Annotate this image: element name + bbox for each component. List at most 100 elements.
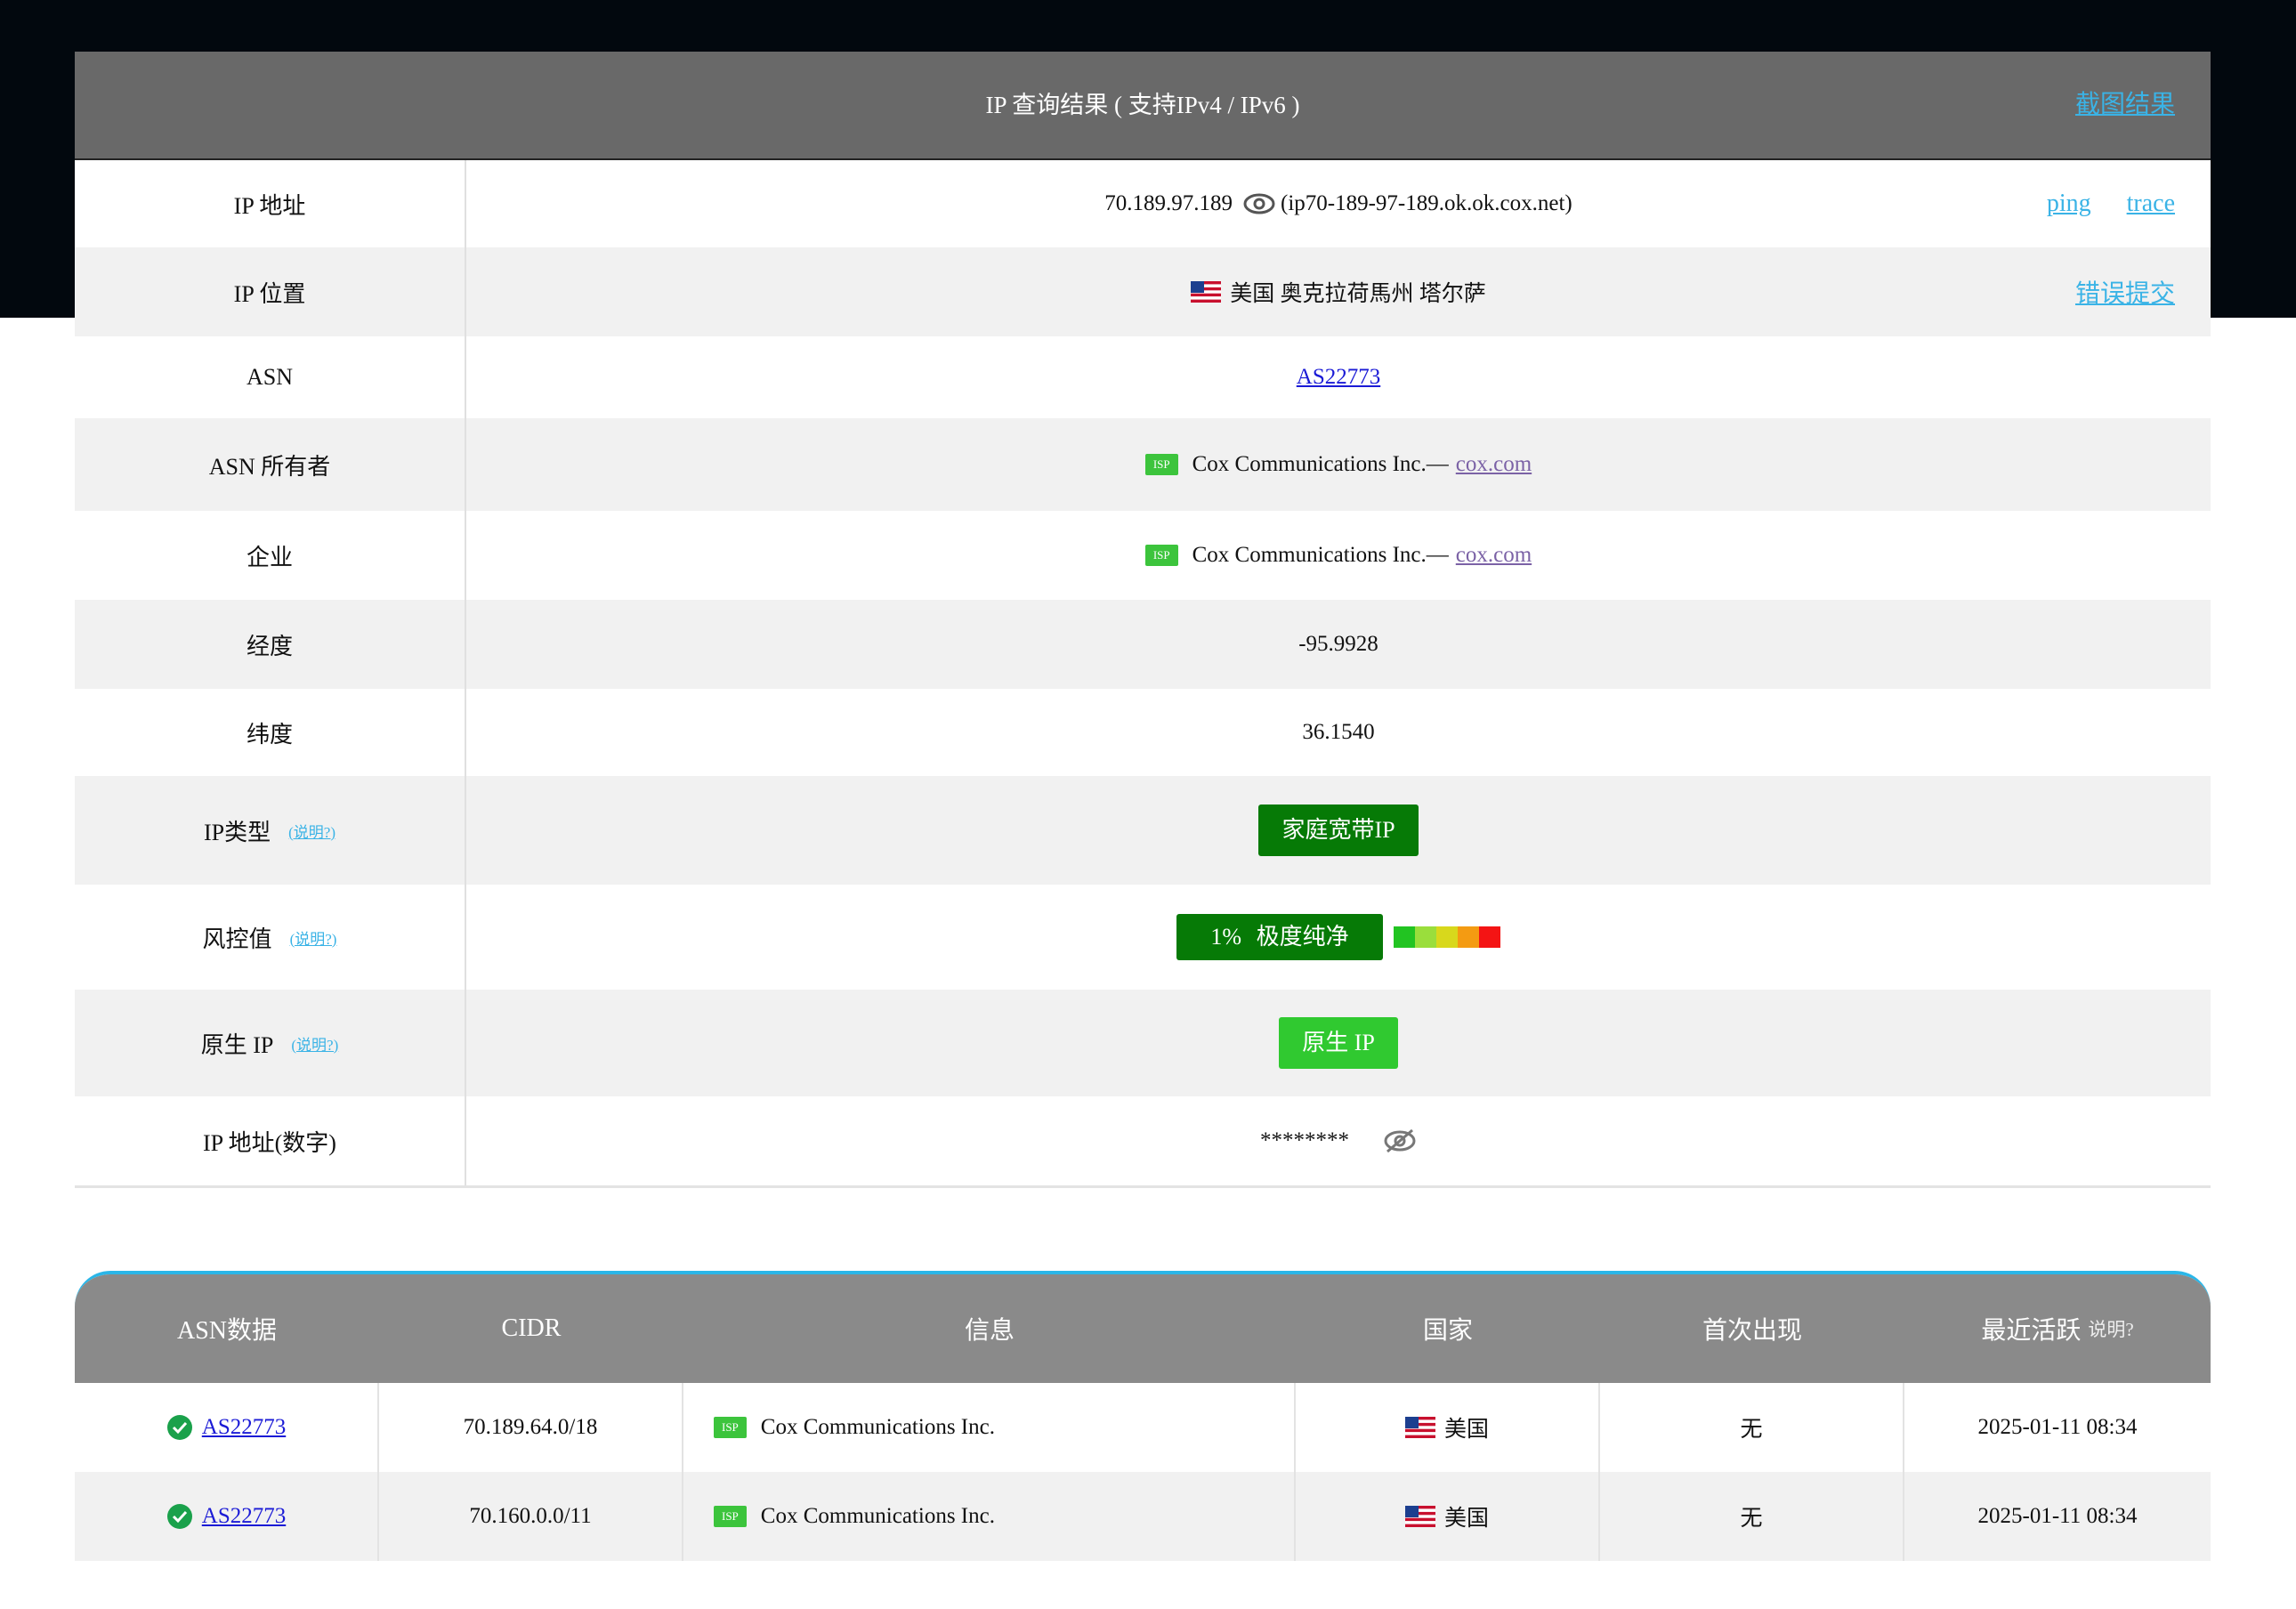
row-value: 家庭宽带IP [466,776,2211,885]
row-label: 经度 [75,600,466,689]
cell-cidr: 70.189.64.0/18 [379,1383,683,1472]
col-last-active: 最近活跃 说明? [1904,1274,2211,1383]
ping-link[interactable]: ping [2047,190,2091,218]
row-value: 原生 IP [466,990,2211,1096]
ip-numeric-value: ******** [1260,1128,1349,1152]
country-text: 美国 [1443,1507,1489,1531]
row-label: 纬度 [75,689,466,776]
isp-badge: ISP [1144,545,1178,566]
asn-data-table: ASN数据 CIDR 信息 国家 首次出现 最近活跃 说明? AS22773 7… [75,1271,2211,1561]
page-title: IP 查询结果 ( 支持IPv4 / IPv6 ) [985,92,1300,118]
longitude-value: -95.9928 [1298,632,1378,656]
us-flag-icon [1191,281,1222,303]
row-ip-type: IP类型 (说明?) 家庭宽带IP [75,776,2211,885]
risk-scale-segment [1414,926,1436,948]
native-ip-tag: 原生 IP [1279,1017,1398,1069]
asn-table-header: ASN数据 CIDR 信息 国家 首次出现 最近活跃 说明? [75,1274,2211,1383]
asn-link[interactable]: AS22773 [202,1415,286,1440]
row-label: 企业 [75,511,466,600]
owner-name: Cox Communications Inc.— [1192,452,1449,476]
row-ip-location: IP 位置 美国 奥克拉荷馬州 塔尔萨 错误提交 [75,247,2211,336]
risk-scale-segment [1435,926,1458,948]
hostname: (ip70-189-97-189.ok.ok.cox.net) [1281,191,1572,215]
row-label: 风控值 (说明?) [75,885,466,990]
info-text: Cox Communications Inc. [760,1504,995,1528]
row-value: 36.1540 [466,689,2211,776]
us-flag-icon [1404,1417,1435,1438]
row-label: ASN 所有者 [75,418,466,511]
cell-last-active: 2025-01-11 08:34 [1977,1504,2138,1528]
col-info: 信息 [964,1317,1015,1345]
trace-link[interactable]: trace [2127,190,2175,218]
col-asn: ASN数据 [176,1317,277,1345]
ip-type-tag: 家庭宽带IP [1258,804,1419,856]
cell-cidr: 70.160.0.0/11 [379,1472,683,1561]
row-risk: 风控值 (说明?) 1% 极度纯净 [75,885,2211,990]
row-value: ISP Cox Communications Inc.— cox.com [466,418,2211,511]
risk-scale-segment [1393,926,1415,948]
row-value: ISP Cox Communications Inc.— cox.com [466,511,2211,600]
explain-link[interactable]: (说明?) [290,926,337,949]
error-report-link[interactable]: 错误提交 [2075,274,2175,310]
row-value: AS22773 [466,336,2211,418]
cell-info: ISP Cox Communications Inc. [683,1472,1296,1561]
last-active-label: 最近活跃 [1981,1317,2082,1345]
row-longitude: 经度 -95.9928 [75,600,2211,689]
risk-scale [1393,926,1500,948]
row-value: -95.9928 [466,600,2211,689]
col-first-seen: 首次出现 [1702,1317,1802,1345]
company-name: Cox Communications Inc.— [1192,543,1449,567]
cell-asn: AS22773 [75,1383,379,1472]
check-circle-icon [166,1504,192,1529]
table-row: AS22773 70.189.64.0/18 ISP Cox Communica… [75,1383,2211,1472]
cell-asn: AS22773 [75,1472,379,1561]
ip-type-label: IP类型 [204,819,271,845]
cell-first-seen: 无 [1600,1472,1904,1561]
explain-link[interactable]: (说明?) [288,820,336,842]
row-ip-numeric: IP 地址(数字) ******** [75,1096,2211,1188]
row-value: ******** [466,1096,2211,1185]
screenshot-result-link[interactable]: 截图结果 [2075,52,2175,158]
card-header: IP 查询结果 ( 支持IPv4 / IPv6 ) 截图结果 [75,52,2211,160]
col-cidr: CIDR [501,1314,562,1342]
info-text: Cox Communications Inc. [760,1415,995,1439]
cell-info: ISP Cox Communications Inc. [683,1383,1296,1472]
owner-domain-link[interactable]: cox.com [1456,452,1532,477]
country-text: 美国 [1443,1418,1489,1442]
row-label: IP 地址 [75,160,466,247]
us-flag-icon [1404,1506,1435,1527]
row-label: IP 位置 [75,247,466,336]
row-asn-owner: ASN 所有者 ISP Cox Communications Inc.— cox… [75,418,2211,511]
row-label: IP类型 (说明?) [75,776,466,885]
table-row: AS22773 70.160.0.0/11 ISP Cox Communicat… [75,1472,2211,1561]
cell-country: 美国 [1296,1472,1600,1561]
ip-value: 70.189.97.189 [1104,191,1233,215]
row-asn: ASN AS22773 [75,336,2211,418]
location-value: 美国 奥克拉荷馬州 塔尔萨 [1230,282,1486,306]
last-active-hint[interactable]: 说明? [2088,1315,2133,1342]
risk-scale-segment [1457,926,1479,948]
eye-icon[interactable] [1243,193,1275,214]
row-value: 1% 极度纯净 [466,885,2211,990]
check-circle-icon [166,1415,192,1440]
row-native-ip: 原生 IP (说明?) 原生 IP [75,990,2211,1096]
risk-scale-segment [1478,926,1500,948]
col-country: 国家 [1422,1317,1473,1345]
risk-tag: 1% 极度纯净 [1176,914,1383,960]
company-domain-link[interactable]: cox.com [1456,543,1532,568]
risk-label: 风控值 [202,926,272,952]
asn-link[interactable]: AS22773 [1297,365,1380,390]
row-latitude: 纬度 36.1540 [75,689,2211,776]
row-label: IP 地址(数字) [75,1096,466,1185]
row-value: 70.189.97.189 (ip70-189-97-189.ok.ok.cox… [466,160,2211,247]
isp-badge: ISP [1144,454,1178,475]
row-label: ASN [75,336,466,418]
row-company: 企业 ISP Cox Communications Inc.— cox.com [75,511,2211,600]
ip-result-card: IP 查询结果 ( 支持IPv4 / IPv6 ) 截图结果 IP 地址 70.… [75,52,2211,1188]
cell-last-active: 2025-01-11 08:34 [1977,1415,2138,1439]
asn-link[interactable]: AS22773 [202,1504,286,1529]
eye-slash-icon[interactable] [1383,1128,1417,1154]
native-label: 原生 IP [200,1031,274,1058]
explain-link[interactable]: (说明?) [291,1032,338,1055]
latitude-value: 36.1540 [1302,720,1375,744]
